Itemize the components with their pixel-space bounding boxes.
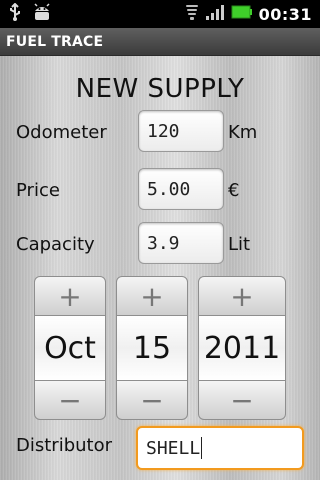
day-value[interactable]: 15 <box>116 316 188 380</box>
odometer-field[interactable]: 120 <box>138 110 224 152</box>
minus-icon: − <box>230 383 254 417</box>
distributor-label: Distributor <box>16 435 113 456</box>
plus-icon: + <box>230 279 254 313</box>
odometer-label: Odometer <box>16 122 107 143</box>
capacity-unit: Lit <box>228 234 251 255</box>
odometer-unit: Km <box>228 122 258 143</box>
clock: 00:31 <box>258 4 312 24</box>
odometer-value: 120 <box>147 120 180 142</box>
year-picker: + 2011 − <box>198 276 286 420</box>
price-unit: € <box>228 180 240 201</box>
signal-icon <box>205 3 225 25</box>
price-field[interactable]: 5.00 <box>138 168 224 210</box>
month-decrement-button[interactable]: − <box>34 380 106 420</box>
distributor-field[interactable]: SHELL <box>136 426 304 470</box>
month-increment-button[interactable]: + <box>34 276 106 316</box>
wifi-icon <box>185 3 199 25</box>
battery-icon <box>231 3 253 25</box>
plus-icon: + <box>58 279 82 313</box>
year-value[interactable]: 2011 <box>198 316 286 380</box>
page-title: NEW SUPPLY <box>75 74 245 104</box>
day-decrement-button[interactable]: − <box>116 380 188 420</box>
distributor-value: SHELL <box>146 437 201 459</box>
month-value[interactable]: Oct <box>34 316 106 380</box>
app-title: FUEL TRACE <box>6 33 104 50</box>
year-decrement-button[interactable]: − <box>198 380 286 420</box>
month-picker: + Oct − <box>34 276 106 420</box>
plus-icon: + <box>140 279 164 313</box>
capacity-value: 3.9 <box>147 232 180 254</box>
price-value: 5.00 <box>147 178 191 200</box>
usb-icon <box>8 2 22 25</box>
minus-icon: − <box>140 383 164 417</box>
android-debug-icon <box>32 3 52 25</box>
day-picker: + 15 − <box>116 276 188 420</box>
text-cursor <box>201 437 203 459</box>
capacity-label: Capacity <box>16 234 95 255</box>
app-title-bar: FUEL TRACE <box>0 28 320 56</box>
day-increment-button[interactable]: + <box>116 276 188 316</box>
status-bar: 00:31 <box>0 0 320 28</box>
capacity-field[interactable]: 3.9 <box>138 222 224 264</box>
year-increment-button[interactable]: + <box>198 276 286 316</box>
form-panel: NEW SUPPLY Odometer 120 Km Price 5.00 € … <box>0 56 320 480</box>
price-label: Price <box>16 180 60 201</box>
minus-icon: − <box>58 383 82 417</box>
